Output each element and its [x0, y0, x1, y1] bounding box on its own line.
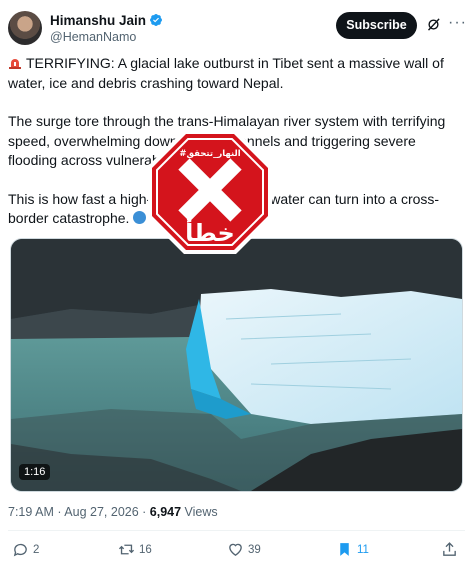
- repost-count: 16: [139, 543, 152, 556]
- views-count: 6,947: [149, 505, 182, 519]
- repost-icon: [118, 544, 135, 555]
- like-count: 39: [248, 543, 261, 556]
- post-paragraph-1-text: TERRIFYING: A glacial lake outburst in T…: [8, 55, 444, 91]
- repost-button[interactable]: 16: [118, 541, 152, 558]
- share-icon: [443, 542, 456, 556]
- siren-icon: [9, 59, 21, 69]
- action-bar: 2 16 39 11: [0, 541, 473, 565]
- bookmark-count: 11: [357, 543, 369, 556]
- video-player[interactable]: 1:16: [10, 238, 463, 492]
- video-duration: 1:16: [19, 464, 51, 480]
- globe-emoji-icon: [133, 211, 147, 224]
- fact-check-stamp: #النهار_تتحقق خطأ: [148, 130, 272, 254]
- author-name[interactable]: Himanshu Jain: [50, 13, 163, 28]
- fact-check-verdict: خطأ: [185, 217, 235, 247]
- author-name-text[interactable]: Himanshu Jain: [50, 13, 146, 28]
- like-button[interactable]: 39: [227, 541, 261, 558]
- avatar[interactable]: [8, 11, 42, 45]
- share-button[interactable]: [441, 541, 458, 558]
- reply-count: 2: [33, 543, 40, 556]
- reply-button[interactable]: 2: [12, 541, 39, 558]
- post-paragraph-1: TERRIFYING: A glacial lake outburst in T…: [8, 54, 458, 93]
- more-options-button[interactable]: ···: [448, 14, 467, 32]
- video-frame: [11, 239, 462, 491]
- views-label: Views: [184, 505, 218, 519]
- subscribe-button[interactable]: Subscribe: [336, 12, 417, 39]
- fact-check-source-label: #النهار_تتحقق: [179, 149, 240, 159]
- reply-icon: [13, 543, 27, 557]
- like-icon: [229, 543, 242, 556]
- divider: [8, 530, 465, 531]
- post-meta: 7:19 AM · Aug 27, 2026 · 6,947 Views: [8, 505, 218, 519]
- author-handle[interactable]: @HemanNamo: [50, 30, 136, 44]
- grok-icon[interactable]: [426, 17, 441, 32]
- post-date[interactable]: Aug 27, 2026: [64, 505, 138, 519]
- bookmark-icon: [340, 543, 349, 556]
- bookmark-button[interactable]: 11: [336, 541, 369, 558]
- post-time[interactable]: 7:19 AM: [8, 505, 54, 519]
- verified-badge-icon: [150, 14, 163, 26]
